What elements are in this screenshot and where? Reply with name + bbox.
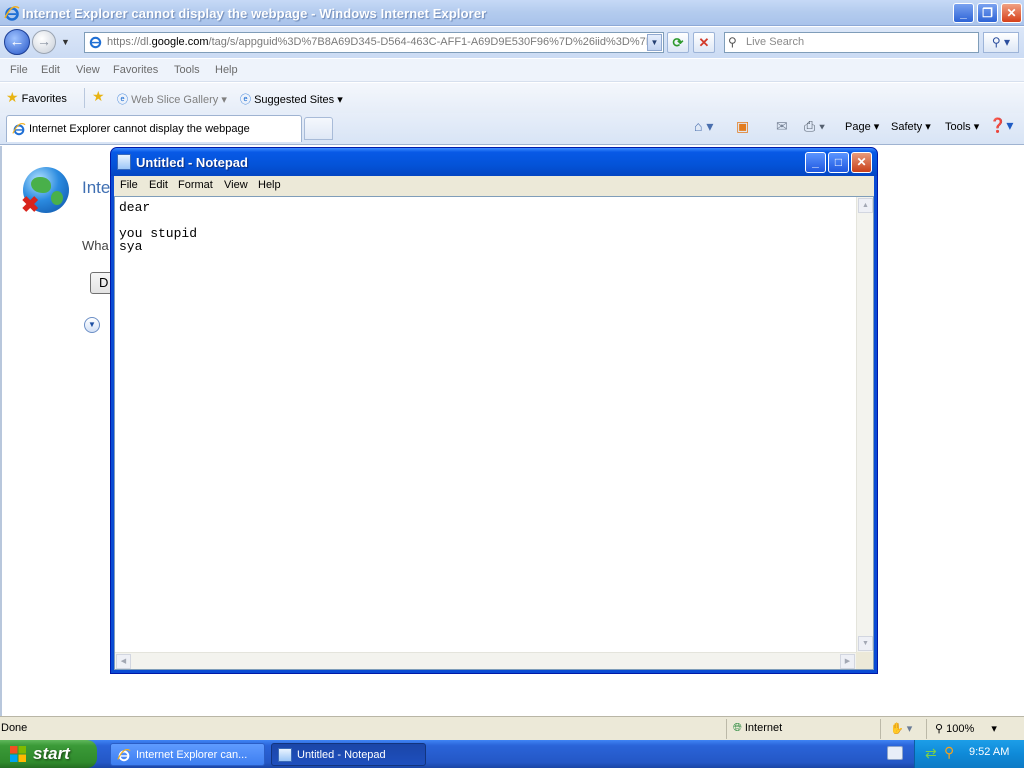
- notepad-minimize-button[interactable]: _: [805, 152, 826, 173]
- print-icon[interactable]: ⎙ ▾: [804, 118, 825, 135]
- notepad-window[interactable]: Untitled - Notepad _ □ ✕ File Edit Forma…: [110, 147, 878, 674]
- ie-title-bar[interactable]: Internet Explorer cannot display the web…: [0, 0, 1024, 26]
- internet-zone-icon: 🌐︎: [733, 722, 742, 734]
- search-button[interactable]: ⚲ ▾: [983, 32, 1019, 53]
- notepad-text-area[interactable]: dear you stupid sya ▲ ▼ ◀ ▶: [114, 196, 874, 670]
- search-provider-icon: ⚲: [728, 35, 737, 49]
- status-zone[interactable]: 🌐︎ Internet: [733, 722, 782, 735]
- menu-file[interactable]: File: [10, 64, 28, 76]
- menu-favorites[interactable]: Favorites: [113, 64, 158, 76]
- clock[interactable]: 9:52 AM: [969, 746, 1009, 758]
- taskbar-item-label: Internet Explorer can...: [136, 749, 248, 761]
- refresh-icon[interactable]: ⟳: [667, 32, 689, 53]
- resize-grip-icon[interactable]: [856, 652, 873, 669]
- menu-edit[interactable]: Edit: [41, 64, 60, 76]
- web-slice-gallery-link[interactable]: ⓔ Web Slice Gallery ▾: [117, 91, 227, 107]
- forward-button[interactable]: →: [32, 30, 56, 54]
- new-tab-button[interactable]: [304, 117, 333, 140]
- scroll-right-icon[interactable]: ▶: [840, 654, 855, 669]
- start-label: start: [33, 744, 70, 763]
- notepad-icon: [117, 154, 131, 170]
- taskbar-notepad-icon: [278, 748, 292, 762]
- menu-help[interactable]: Help: [215, 64, 238, 76]
- scroll-down-icon[interactable]: ▼: [858, 636, 873, 651]
- notepad-menu-file[interactable]: File: [120, 179, 138, 191]
- taskbar-ie-icon: [117, 748, 131, 762]
- status-separator: [880, 719, 881, 739]
- status-text: Done: [1, 722, 28, 734]
- zoom-level[interactable]: ⚲ 100% ▾: [935, 722, 997, 735]
- ie-logo-icon: [4, 6, 20, 21]
- favorites-separator: [84, 88, 85, 108]
- back-button[interactable]: ←: [4, 29, 30, 55]
- start-button[interactable]: start: [0, 740, 97, 768]
- keyboard-layout-icon[interactable]: [887, 746, 903, 760]
- taskbar-item-label: Untitled - Notepad: [297, 749, 386, 761]
- window-title: Internet Explorer cannot display the web…: [22, 6, 487, 21]
- error-x-icon: ✖: [21, 192, 40, 217]
- address-bar[interactable]: https://dl.google.com/tag/s/appguid%3D%7…: [84, 32, 664, 53]
- scroll-up-icon[interactable]: ▲: [858, 198, 873, 213]
- home-icon[interactable]: ⌂ ▾: [694, 118, 713, 135]
- tools-menu[interactable]: Tools ▾: [945, 120, 979, 133]
- status-separator: [926, 719, 927, 739]
- notepad-menu-bar: File Edit Format View Help: [114, 176, 874, 196]
- stop-icon[interactable]: ✕: [693, 32, 715, 53]
- suggested-sites-link[interactable]: ⓔ Suggested Sites ▾: [240, 91, 343, 107]
- tab-title: Internet Explorer cannot display the web…: [29, 123, 250, 135]
- notepad-menu-edit[interactable]: Edit: [149, 179, 168, 191]
- address-url[interactable]: https://dl.google.com/tag/s/appguid%3D%7…: [107, 36, 647, 48]
- page-menu[interactable]: Page ▾: [845, 120, 879, 133]
- menu-view[interactable]: View: [76, 64, 100, 76]
- recent-pages-dropdown-icon[interactable]: ▼: [61, 37, 70, 47]
- vertical-scrollbar[interactable]: ▲ ▼: [856, 197, 873, 652]
- search-tray-icon[interactable]: ⚲: [944, 744, 954, 761]
- help-icon[interactable]: ❓▾: [989, 117, 1013, 134]
- address-dropdown-icon[interactable]: ▼: [647, 34, 662, 51]
- status-separator: [726, 719, 727, 739]
- taskbar-item-notepad[interactable]: Untitled - Notepad: [271, 743, 426, 766]
- favorites-star-icon: ★: [6, 89, 19, 105]
- error-what-text: Wha: [82, 238, 109, 253]
- notepad-title-bar[interactable]: Untitled - Notepad _ □ ✕: [111, 148, 877, 176]
- network-icon[interactable]: ⇄: [925, 745, 937, 762]
- protected-mode-icon[interactable]: ✋ ▾: [890, 722, 912, 735]
- suggested-sites-ie-icon: ⓔ: [240, 94, 251, 106]
- search-box[interactable]: ⚲ Live Search: [724, 32, 979, 53]
- search-input[interactable]: Live Search: [746, 36, 804, 48]
- horizontal-scrollbar[interactable]: ◀ ▶: [115, 652, 856, 669]
- notepad-maximize-button[interactable]: □: [828, 152, 849, 173]
- error-heading: Inte: [82, 178, 111, 197]
- more-info-chevron-icon[interactable]: ▼: [84, 317, 100, 333]
- notepad-close-button[interactable]: ✕: [851, 152, 872, 173]
- scroll-left-icon[interactable]: ◀: [116, 654, 131, 669]
- menu-bar: File Edit View Favorites Tools Help: [0, 59, 1024, 82]
- page-icon: [89, 36, 102, 49]
- close-button[interactable]: ✕: [1001, 3, 1022, 23]
- tab-ie-icon: [12, 122, 26, 136]
- status-bar: Done 🌐︎ Internet ✋ ▾ ⚲ 100% ▾: [0, 716, 1024, 740]
- safety-menu[interactable]: Safety ▾: [891, 120, 931, 133]
- windows-flag-icon: [10, 746, 26, 762]
- system-tray: ⇄ ⚲ 9:52 AM: [914, 740, 1024, 768]
- favorites-bar: ★ Favorites ★ ⓔ Web Slice Gallery ▾ ⓔ Su…: [0, 83, 1024, 113]
- notepad-title: Untitled - Notepad: [136, 155, 248, 170]
- notepad-menu-help[interactable]: Help: [258, 179, 281, 191]
- notepad-menu-view[interactable]: View: [224, 179, 248, 191]
- read-mail-icon[interactable]: ✉: [776, 118, 788, 135]
- feeds-icon[interactable]: ▣: [736, 118, 749, 135]
- web-slice-ie-icon: ⓔ: [117, 94, 128, 106]
- taskbar-item-internet-explorer[interactable]: Internet Explorer can...: [110, 743, 265, 766]
- favorites-button[interactable]: ★ Favorites: [6, 89, 67, 106]
- notepad-content[interactable]: dear you stupid sya: [119, 201, 197, 253]
- notepad-menu-format[interactable]: Format: [178, 179, 213, 191]
- add-to-favorites-icon[interactable]: ★: [92, 88, 105, 105]
- restore-button[interactable]: ❐: [977, 3, 998, 23]
- tab-current[interactable]: Internet Explorer cannot display the web…: [6, 115, 302, 142]
- menu-tools[interactable]: Tools: [174, 64, 200, 76]
- minimize-button[interactable]: _: [953, 3, 974, 23]
